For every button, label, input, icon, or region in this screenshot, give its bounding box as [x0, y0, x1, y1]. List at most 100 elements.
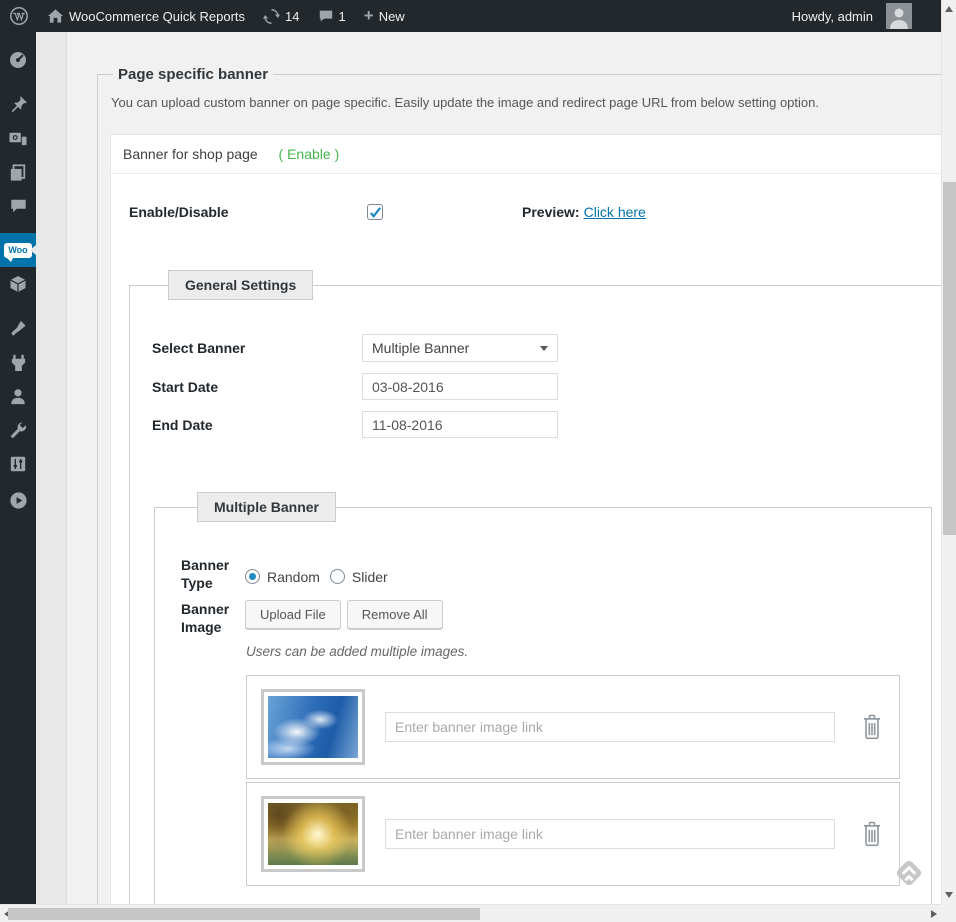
panel-header: Banner for shop page ( Enable ) [111, 135, 941, 174]
banner-image-buttons: Upload FileRemove All [245, 600, 443, 636]
admin-bar: WooCommerce Quick Reports 14 1 + New How… [0, 0, 941, 32]
comment-bubble-icon [318, 8, 334, 24]
banner-thumbnail-autumn[interactable] [261, 796, 365, 872]
radio-random-label: Random [267, 569, 320, 585]
preview-link[interactable]: Click here [584, 204, 646, 220]
comments-indicator[interactable]: 1 [309, 0, 355, 32]
start-date-input[interactable] [362, 373, 558, 400]
sidebar-margin [36, 32, 67, 904]
scroll-up-arrow[interactable] [945, 6, 953, 12]
autumn-trees-photo [268, 803, 358, 865]
chevron-down-icon [540, 346, 548, 351]
new-content-menu[interactable]: + New [355, 0, 414, 32]
avatar [886, 3, 912, 29]
sidebar-item-users[interactable] [0, 379, 36, 413]
end-date-row: End Date [152, 411, 941, 438]
sidebar-item-video[interactable] [0, 483, 36, 517]
plus-icon: + [364, 7, 374, 24]
page-title: Page specific banner [113, 66, 273, 83]
appearance-brush-icon [8, 319, 28, 338]
enable-checkbox[interactable] [367, 204, 383, 220]
plugin-watermark-icon [891, 853, 927, 893]
sidebar-item-settings[interactable] [0, 447, 36, 481]
start-date-row: Start Date [152, 373, 941, 400]
woocommerce-icon: Woo [4, 243, 31, 258]
dashboard-icon [8, 50, 28, 70]
banner-thumbnail-sky[interactable] [261, 689, 365, 765]
sidebar-item-plugins[interactable] [0, 345, 36, 379]
howdy-label: Howdy, admin [792, 9, 873, 24]
main-content: Page specific banner You can upload cust… [67, 32, 941, 904]
howdy-menu[interactable]: Howdy, admin [783, 0, 912, 32]
sidebar-item-posts[interactable] [0, 87, 36, 121]
products-cube-icon [8, 274, 28, 294]
banner-image-row: Banner Image Upload FileRemove All [181, 600, 931, 636]
banner-link-input-2[interactable] [385, 819, 835, 849]
select-banner-row: Select Banner Multiple Banner [152, 334, 941, 362]
general-settings-fieldset: General Settings Select Banner Multiple … [129, 270, 941, 904]
wordpress-logo-icon[interactable] [0, 0, 38, 32]
upload-file-button[interactable]: Upload File [245, 600, 341, 629]
preview-row: Preview:Click here [522, 204, 646, 220]
end-date-label: End Date [152, 417, 362, 433]
banner-panel: Banner for shop page ( Enable ) Enable/D… [110, 134, 941, 904]
banner-type-row: Banner Type Random Slider [181, 556, 931, 592]
sky-clouds-photo [268, 696, 358, 758]
updates-count: 14 [285, 9, 299, 24]
banner-type-options: Random Slider [245, 561, 398, 592]
start-date-label: Start Date [152, 379, 362, 395]
trash-icon[interactable] [861, 821, 883, 847]
comments-icon [9, 197, 28, 215]
plugins-plug-icon [9, 353, 28, 372]
panel-title: Banner for shop page [123, 146, 258, 162]
horizontal-scrollbar-thumb[interactable] [8, 908, 480, 920]
banner-link-input-1[interactable] [385, 712, 835, 742]
vertical-scrollbar-thumb[interactable] [943, 182, 956, 535]
enable-disable-row: Enable/Disable Preview:Click here [129, 204, 941, 220]
checkmark-icon [369, 206, 382, 219]
general-settings-legend: General Settings [168, 270, 313, 300]
sidebar-item-appearance[interactable] [0, 311, 36, 345]
pin-icon [9, 95, 28, 114]
media-icon [8, 129, 28, 148]
trash-icon[interactable] [861, 714, 883, 740]
settings-sliders-icon [9, 455, 27, 473]
users-icon [9, 387, 27, 405]
radio-slider-label: Slider [352, 569, 388, 585]
banner-image-item [246, 782, 900, 886]
scroll-down-arrow[interactable] [945, 892, 953, 898]
vertical-scrollbar[interactable] [941, 0, 956, 904]
new-label: New [379, 9, 405, 24]
admin-bar-left: WooCommerce Quick Reports 14 1 + New [0, 0, 414, 32]
sidebar-item-tools[interactable] [0, 413, 36, 447]
scrollbar-corner [941, 904, 956, 922]
multiple-images-note: Users can be added multiple images. [246, 644, 931, 659]
remove-all-button[interactable]: Remove All [347, 600, 443, 629]
enable-disable-label: Enable/Disable [129, 204, 367, 220]
updates-indicator[interactable]: 14 [254, 0, 308, 32]
sidebar-item-media[interactable] [0, 121, 36, 155]
panel-body: Enable/Disable Preview:Click here Genera… [111, 174, 941, 904]
page-specific-banner-section: Page specific banner You can upload cust… [97, 66, 941, 904]
select-banner-label: Select Banner [152, 340, 362, 356]
home-icon [47, 8, 64, 24]
sidebar-item-woocommerce[interactable]: Woo [0, 233, 36, 267]
tools-wrench-icon [9, 421, 28, 440]
horizontal-scrollbar[interactable] [0, 904, 941, 922]
radio-slider[interactable] [330, 569, 345, 584]
preview-label: Preview: [522, 204, 580, 220]
radio-random[interactable] [245, 569, 260, 584]
banner-image-item [246, 675, 900, 779]
sidebar-item-products[interactable] [0, 267, 36, 301]
site-menu[interactable]: WooCommerce Quick Reports [38, 0, 254, 32]
end-date-input[interactable] [362, 411, 558, 438]
sidebar-item-pages[interactable] [0, 155, 36, 189]
select-banner-value: Multiple Banner [372, 340, 469, 356]
select-banner-dropdown[interactable]: Multiple Banner [362, 334, 558, 362]
banner-type-label: Banner Type [181, 556, 245, 592]
banner-image-label: Banner Image [181, 600, 245, 636]
scroll-right-arrow[interactable] [931, 910, 937, 918]
sidebar-item-comments[interactable] [0, 189, 36, 223]
admin-sidebar: Woo [0, 32, 36, 904]
sidebar-item-dashboard[interactable] [0, 43, 36, 77]
